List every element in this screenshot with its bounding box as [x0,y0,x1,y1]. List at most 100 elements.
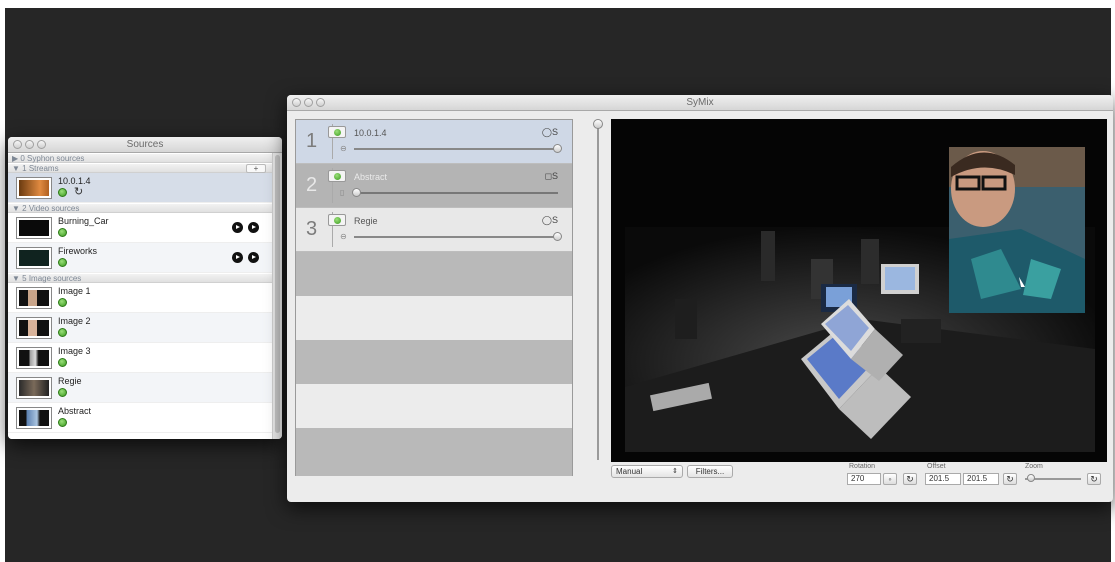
play-icon[interactable] [232,252,243,263]
list-item[interactable]: Fireworks [8,243,272,273]
channel-number: 3 [306,218,318,240]
refresh-icon[interactable]: ↻ [74,185,83,198]
active-indicator-icon[interactable] [58,258,67,267]
play-icon[interactable] [232,222,243,233]
rotation-stepper[interactable]: ◦ [883,473,897,485]
group-syphon-sources[interactable]: ▶ 0 Syphon sources [8,153,272,163]
list-item[interactable]: Image 3 [8,343,272,373]
channel-active-led[interactable] [328,170,346,182]
rotation-reset-icon[interactable]: ↻ [903,473,917,485]
close-button[interactable] [292,98,301,107]
empty-slot [296,340,572,384]
list-item[interactable]: Image 2 [8,313,272,343]
stream-thumbnail [16,177,52,199]
image-thumbnail [16,317,52,339]
group-streams[interactable]: ▼ 1 Streams + [8,163,272,173]
image-thumbnail [16,377,52,399]
empty-slot [296,384,572,428]
mixer-panel: 1 10.0.1.4 ◯S ⊖ 2 Abstract ◻S ▯ 3 Regie … [295,119,573,476]
lock-icon[interactable]: ⊖ [340,232,347,241]
opacity-slider-track[interactable] [354,236,558,238]
channel-active-led[interactable] [328,214,346,226]
list-item[interactable]: 10.0.1.4 ↻ [8,173,272,203]
list-item[interactable]: Image 1 [8,283,272,313]
list-item[interactable]: Burning_Car [8,213,272,243]
add-stream-button[interactable]: + [246,164,266,173]
empty-slot [296,428,572,476]
channel-number: 1 [306,130,318,152]
active-indicator-icon[interactable] [58,358,67,367]
rotation-label: Rotation [849,463,876,470]
zoom-label: Zoom [1025,463,1043,470]
list-item[interactable]: Abstract [8,403,272,433]
channel-strip[interactable]: 2 Abstract ◻S ▯ [296,164,572,208]
empty-slot [296,296,572,340]
close-button[interactable] [13,140,22,149]
video-thumbnail [16,247,52,269]
master-slider-knob[interactable] [593,119,603,129]
filters-button[interactable]: Filters... [687,465,733,478]
empty-slot [296,252,572,296]
zoom-button[interactable] [316,98,325,107]
sources-list: ▶ 0 Syphon sources ▼ 1 Streams + 10.0.1.… [8,153,272,439]
solo-button[interactable]: ◯S [542,127,558,138]
sources-titlebar[interactable]: Sources [8,137,282,153]
sources-window: Sources ▶ 0 Syphon sources ▼ 1 Streams +… [8,137,282,439]
video-thumbnail [16,217,52,239]
active-indicator-icon[interactable] [58,418,67,427]
chevron-updown-icon: ⇕ [672,468,678,475]
play-loop-icon[interactable] [248,252,259,263]
lock-icon[interactable]: ⊖ [340,144,347,153]
window-controls [13,140,46,149]
channel-label: Abstract [354,172,388,182]
symix-titlebar[interactable]: SyMix [287,95,1113,111]
sources-scrollbar[interactable] [272,153,282,439]
window-controls [292,98,325,107]
solo-button[interactable]: ◯S [542,215,558,226]
active-indicator-icon[interactable] [58,298,67,307]
image-thumbnail [16,287,52,309]
channel-number: 2 [306,174,318,196]
opacity-slider-knob[interactable] [553,144,562,153]
image-thumbnail [16,347,52,369]
opacity-slider-track[interactable] [354,148,558,150]
list-item[interactable]: Regie [8,373,272,403]
minimize-button[interactable] [25,140,34,149]
group-image-sources[interactable]: ▼ 5 Image sources [8,273,272,283]
sources-title: Sources [126,139,164,150]
channel-strip[interactable]: 1 10.0.1.4 ◯S ⊖ [296,120,572,164]
solo-button[interactable]: ◻S [545,171,559,182]
rotation-field[interactable]: 270 [847,473,881,485]
offset-reset-icon[interactable]: ↻ [1003,473,1017,485]
image-thumbnail [16,407,52,429]
preview-image [611,119,1107,462]
zoom-slider-knob[interactable] [1027,474,1035,482]
channel-active-led[interactable] [328,126,346,138]
channel-label: Regie [354,216,378,226]
mode-select[interactable]: Manual ⇕ [611,465,683,478]
active-indicator-icon[interactable] [58,328,67,337]
play-loop-icon[interactable] [248,222,259,233]
active-indicator-icon[interactable] [58,388,67,397]
preview-controls: Manual ⇕ Filters... Rotation 270 ◦ ↻ Off… [611,463,1107,495]
zoom-reset-icon[interactable]: ↻ [1087,473,1101,485]
active-indicator-icon[interactable] [58,188,67,197]
output-preview[interactable] [611,119,1107,462]
group-video-sources[interactable]: ▼ 2 Video sources [8,203,272,213]
offset-label: Offset [927,463,946,470]
zoom-button[interactable] [37,140,46,149]
minimize-button[interactable] [304,98,313,107]
symix-title: SyMix [686,97,714,108]
opacity-slider-knob[interactable] [553,232,562,241]
lock-icon[interactable]: ▯ [340,188,344,197]
master-slider-track[interactable] [597,123,599,460]
channel-label: 10.0.1.4 [354,128,387,138]
symix-window: SyMix 1 10.0.1.4 ◯S ⊖ 2 Abstract ◻S ▯ 3 … [287,95,1113,502]
offset-y-field[interactable]: 201.5 [963,473,999,485]
offset-x-field[interactable]: 201.5 [925,473,961,485]
opacity-slider-track[interactable] [354,192,558,194]
scrollbar-thumb[interactable] [275,155,280,433]
channel-strip[interactable]: 3 Regie ◯S ⊖ [296,208,572,252]
opacity-slider-knob[interactable] [352,188,361,197]
active-indicator-icon[interactable] [58,228,67,237]
